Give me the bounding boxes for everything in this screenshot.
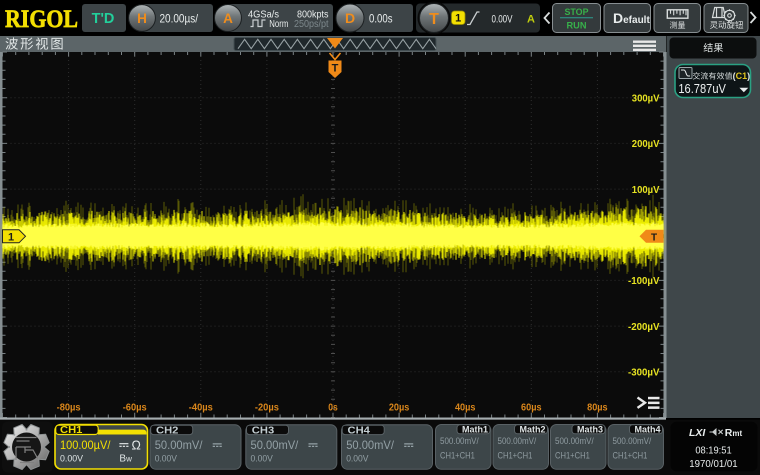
svg-text:Bw: Bw <box>119 454 132 465</box>
svg-text:Math1: Math1 <box>462 424 488 434</box>
svg-text:0.00s: 0.00s <box>369 11 393 25</box>
svg-text:RUN: RUN <box>567 21 587 31</box>
svg-text:CH1+CH1: CH1+CH1 <box>498 451 533 462</box>
svg-text:CH1+CH1: CH1+CH1 <box>555 451 590 462</box>
svg-text:H: H <box>137 11 147 26</box>
svg-text:16.787uV: 16.787uV <box>678 82 726 96</box>
svg-text:20µs: 20µs <box>389 403 410 414</box>
svg-text:1: 1 <box>8 231 14 243</box>
svg-text:50.00mV/: 50.00mV/ <box>251 438 299 452</box>
svg-text:T'D: T'D <box>92 11 115 27</box>
svg-text:-20µs: -20µs <box>255 403 279 414</box>
svg-text:500.00mV/: 500.00mV/ <box>498 436 537 447</box>
svg-text:T: T <box>429 11 439 28</box>
svg-text:STOP: STOP <box>565 7 589 17</box>
svg-text:0.00V: 0.00V <box>251 454 274 465</box>
svg-text:300µV: 300µV <box>632 93 660 105</box>
svg-text:100µV: 100µV <box>632 184 660 196</box>
svg-text:(C1): (C1) <box>733 71 751 81</box>
svg-text:250ps/pt: 250ps/pt <box>294 18 329 30</box>
svg-text:500.00mV/: 500.00mV/ <box>555 436 594 447</box>
svg-text:-40µs: -40µs <box>189 403 213 414</box>
svg-text:Math4: Math4 <box>634 424 660 434</box>
svg-text:CH2: CH2 <box>156 424 179 436</box>
svg-text:LXI: LXI <box>689 427 706 439</box>
svg-text:0s: 0s <box>328 403 338 414</box>
svg-text:50.00mV/: 50.00mV/ <box>346 438 394 452</box>
svg-text:Norm: Norm <box>269 19 288 30</box>
svg-text:500.00mV/: 500.00mV/ <box>613 436 652 447</box>
svg-text:-60µs: -60µs <box>123 403 147 414</box>
svg-text:200µV: 200µV <box>632 138 660 150</box>
svg-text:40µs: 40µs <box>455 403 476 414</box>
svg-text:CH4: CH4 <box>348 424 371 436</box>
svg-text:0.00V: 0.00V <box>492 13 513 25</box>
svg-text:0.00V: 0.00V <box>155 454 178 465</box>
svg-text:Math3: Math3 <box>577 424 603 434</box>
svg-text:D: D <box>345 10 355 26</box>
svg-text:CH1+CH1: CH1+CH1 <box>613 451 648 462</box>
svg-text:RIGOL: RIGOL <box>5 6 78 33</box>
svg-text:Rmt: Rmt <box>725 427 743 439</box>
svg-text:0.00V: 0.00V <box>60 454 84 465</box>
svg-text:50.00mV/: 50.00mV/ <box>155 438 203 452</box>
svg-text:08:19:51: 08:19:51 <box>695 445 731 457</box>
svg-text:T: T <box>332 63 339 75</box>
svg-text:1: 1 <box>455 13 461 25</box>
svg-text:CH3: CH3 <box>252 424 275 436</box>
svg-text:-100µV: -100µV <box>628 275 660 287</box>
svg-text:20.00µs/: 20.00µs/ <box>160 11 199 25</box>
svg-text:Math2: Math2 <box>519 424 545 434</box>
svg-text:-80µs: -80µs <box>57 403 81 414</box>
svg-text:0.00V: 0.00V <box>346 454 369 465</box>
svg-text:-300µV: -300µV <box>628 367 660 379</box>
svg-text:CH1: CH1 <box>60 424 83 436</box>
svg-text:-200µV: -200µV <box>628 321 660 333</box>
svg-text:60µs: 60µs <box>521 403 542 414</box>
svg-text:A: A <box>223 11 233 26</box>
svg-text:T: T <box>651 232 657 243</box>
svg-text:500.00mV/: 500.00mV/ <box>440 436 479 447</box>
svg-text:1970/01/01: 1970/01/01 <box>689 458 738 470</box>
svg-text:100.00µV/: 100.00µV/ <box>60 438 111 452</box>
svg-text:CH1+CH1: CH1+CH1 <box>440 451 475 462</box>
svg-text:80µs: 80µs <box>587 403 608 414</box>
svg-text:A: A <box>527 13 535 25</box>
svg-text:Ω: Ω <box>132 439 141 453</box>
